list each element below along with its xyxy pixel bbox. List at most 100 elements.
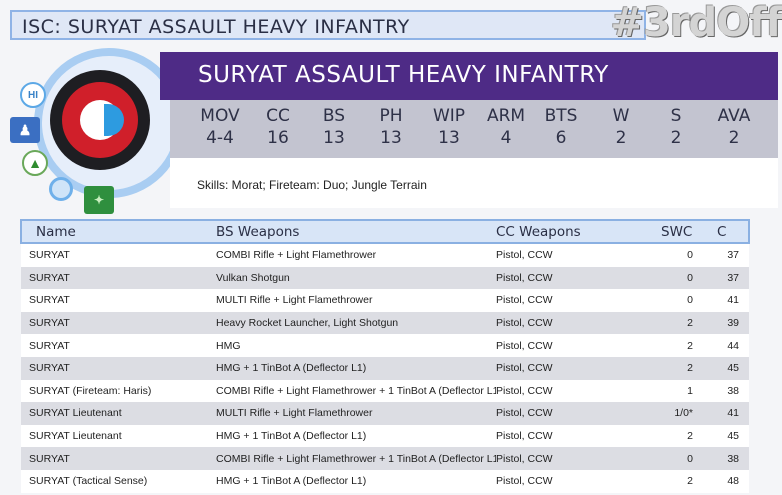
cell-bs-weapons: MULTI Rifle + Light Flamethrower — [216, 407, 373, 420]
cell-bs-weapons: COMBI Rifle + Light Flamethrower — [216, 249, 377, 262]
ring-icon[interactable] — [49, 177, 73, 201]
cell-bs-weapons: COMBI Rifle + Light Flamethrower + 1 Tin… — [216, 452, 496, 465]
cell-cost: 45 — [727, 362, 739, 375]
column-header-swc[interactable]: SWC — [661, 220, 709, 243]
table-row[interactable]: SURYAT (Fireteam: Haris) COMBI Rifle + Li… — [21, 379, 749, 403]
cell-swc: 0 — [687, 294, 693, 307]
stat-label: WIP — [432, 106, 466, 126]
table-row[interactable]: SURYAT Vulkan Shotgun Pistol, CCW 0 37 — [21, 266, 749, 290]
cell-swc: 2 — [687, 339, 693, 352]
cell-cc-weapons: Pistol, CCW — [496, 294, 553, 307]
cell-bs-weapons: MULTI Rifle + Light Flamethrower — [216, 294, 373, 307]
cell-name: SURYAT — [29, 249, 70, 262]
stat-label: ARM — [486, 106, 526, 126]
stat-value: 6 — [555, 128, 567, 148]
skills-box: Skills: Morat; Fireteam: Duo; Jungle Ter… — [170, 158, 778, 208]
table-row[interactable]: SURYAT MULTI Rifle + Light Flamethrower Pi… — [21, 289, 749, 312]
column-header-name[interactable]: Name — [21, 220, 216, 243]
stat-value: 13 — [323, 128, 345, 148]
cell-bs-weapons: Vulkan Shotgun — [216, 271, 290, 284]
cell-swc: 2 — [687, 430, 693, 443]
stat-value: 4 — [500, 128, 512, 148]
cell-cc-weapons: Pistol, CCW — [496, 339, 553, 352]
loadout-table-wrapper: Name BS Weapons CC Weapons SWC C SURYAT C… — [20, 219, 750, 495]
cell-swc: 2 — [687, 362, 693, 375]
stat-ph: PH 13 — [363, 106, 419, 148]
cell-cc-weapons: Pistol, CCW — [496, 271, 553, 284]
stat-value: 16 — [267, 128, 289, 148]
cell-name: SURYAT Lieutenant — [29, 407, 122, 420]
table-row[interactable]: SURYAT Lieutenant MULTI Rifle + Light Fla… — [21, 402, 749, 425]
cell-cost: 37 — [727, 249, 739, 262]
loadout-table: Name BS Weapons CC Weapons SWC C SURYAT C… — [20, 219, 750, 493]
table-row[interactable]: SURYAT Lieutenant HMG + 1 TinBot A (Defle… — [21, 424, 749, 448]
cell-bs-weapons: Heavy Rocket Launcher, Light Shotgun — [216, 317, 399, 330]
page-title: ISC: SURYAT ASSAULT HEAVY INFANTRY — [22, 16, 410, 38]
column-header-bs-weapons[interactable]: BS Weapons — [216, 220, 496, 243]
cell-cost: 44 — [727, 339, 739, 352]
cell-cc-weapons: Pistol, CCW — [496, 317, 553, 330]
table-row[interactable]: SURYAT HMG Pistol, CCW 2 44 — [21, 334, 749, 357]
stat-value: 2 — [615, 128, 627, 148]
cell-cc-weapons: Pistol, CCW — [496, 475, 553, 488]
stat-mov: MOV 4-4 — [192, 106, 248, 148]
stat-value: 13 — [438, 128, 460, 148]
cell-name: SURYAT — [29, 317, 70, 330]
cell-cost: 39 — [727, 317, 739, 330]
cell-cc-weapons: Pistol, CCW — [496, 249, 553, 262]
table-header-row: Name BS Weapons CC Weapons SWC C — [21, 220, 749, 243]
stat-value: 4-4 — [206, 128, 234, 148]
stats-bar: MOV 4-4 CC 16 BS 13 PH 13 WIP 13 ARM 4 BTS 6 W 2 S 2 AVA 2 — [170, 100, 778, 158]
stat-label: MOV — [200, 106, 240, 126]
profile-name: SURYAT ASSAULT HEAVY INFANTRY — [198, 62, 609, 88]
table-row[interactable]: SURYAT COMBI Rifle + Light Flamethrower Pi… — [21, 243, 749, 267]
cell-swc: 0 — [687, 249, 693, 262]
cell-cc-weapons: Pistol, CCW — [496, 407, 553, 420]
cell-cc-weapons: Pistol, CCW — [496, 384, 553, 397]
cell-cost: 41 — [727, 294, 739, 307]
cell-bs-weapons: COMBI Rifle + Light Flamethrower + 1 Tin… — [216, 384, 496, 397]
stat-bs: BS 13 — [306, 106, 362, 148]
table-row[interactable]: SURYAT Heavy Rocket Launcher, Light Shotg… — [21, 311, 749, 335]
cell-name: SURYAT Lieutenant — [29, 430, 122, 443]
cell-swc: 0 — [687, 452, 693, 465]
stat-label: PH — [379, 106, 403, 126]
triangle-icon[interactable]: ▲ — [22, 150, 48, 176]
stat-s: S2 — [648, 106, 704, 148]
troop-type-icon[interactable]: ♟ — [10, 117, 40, 143]
cell-name: SURYAT (Tactical Sense) — [29, 475, 148, 488]
cell-name: SURYAT — [29, 452, 70, 465]
table-row[interactable]: SURYAT HMG + 1 TinBot A (Deflector L1) Pis… — [21, 356, 749, 380]
stat-label: S — [670, 106, 682, 126]
cell-swc: 2 — [687, 475, 693, 488]
column-header-cc-weapons[interactable]: CC Weapons — [496, 220, 661, 243]
stat-label: BTS — [544, 106, 578, 126]
stat-w: W2 — [593, 106, 649, 148]
cell-cost: 41 — [727, 407, 739, 420]
stat-value: 13 — [380, 128, 402, 148]
cell-name: SURYAT (Fireteam: Haris) — [29, 384, 152, 397]
cell-cost: 38 — [727, 452, 739, 465]
stat-wip: WIP 13 — [421, 106, 477, 148]
cell-swc: 1 — [687, 384, 693, 397]
hashtag-watermark: #3rdOff — [610, 0, 782, 46]
stat-cc: CC 16 — [250, 106, 306, 148]
cell-name: SURYAT — [29, 294, 70, 307]
stat-label: AVA — [717, 106, 751, 126]
cell-bs-weapons: HMG + 1 TinBot A (Deflector L1) — [216, 475, 367, 488]
stat-label: W — [612, 106, 630, 126]
table-row[interactable]: SURYAT (Tactical Sense) HMG + 1 TinBot A … — [21, 469, 749, 493]
stat-arm: ARM 4 — [478, 106, 534, 148]
table-row[interactable]: SURYAT COMBI Rifle + Light Flamethrower +… — [21, 447, 749, 470]
cell-cost: 37 — [727, 271, 739, 284]
cell-cc-weapons: Pistol, CCW — [496, 452, 553, 465]
profile-banner: SURYAT ASSAULT HEAVY INFANTRY — [160, 52, 778, 100]
cell-bs-weapons: HMG + 1 TinBot A (Deflector L1) — [216, 430, 367, 443]
heavy-infantry-icon[interactable]: HI — [20, 82, 46, 108]
column-header-cost[interactable]: C — [709, 220, 749, 243]
cell-name: SURYAT — [29, 271, 70, 284]
cell-swc: 1/0* — [674, 407, 693, 420]
stat-value: 2 — [670, 128, 682, 148]
camo-icon[interactable]: ✦ — [84, 186, 114, 214]
stat-value: 2 — [728, 128, 740, 148]
